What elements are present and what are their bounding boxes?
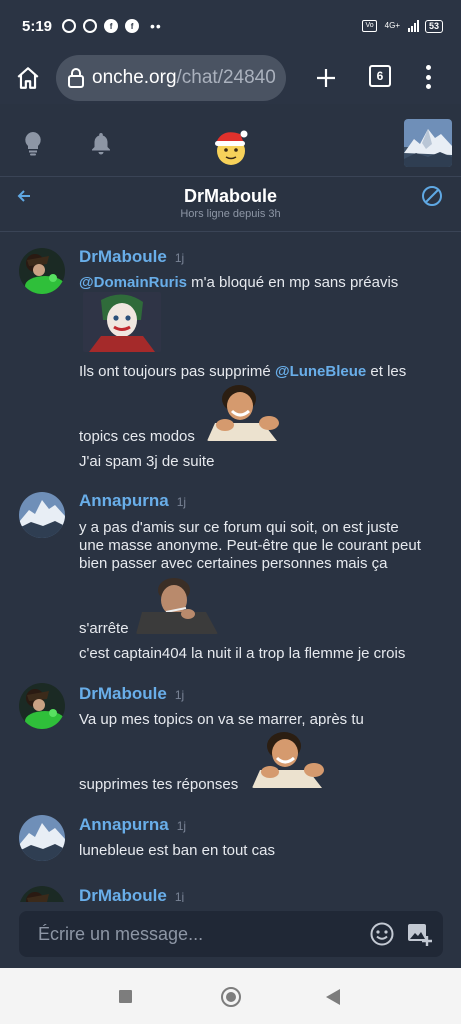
whatsapp-icon xyxy=(83,19,98,33)
message-text: une masse anonyme. Peut-être que le cour… xyxy=(79,537,421,554)
message-text: @DomainRuris m'a bloqué en mp sans préav… xyxy=(79,274,399,291)
message-time: 1j xyxy=(174,890,185,902)
avatar[interactable] xyxy=(19,248,65,294)
new-tab-button[interactable] xyxy=(308,58,344,98)
clock: 5:19 xyxy=(22,17,53,35)
url-path: /chat/24840 xyxy=(176,67,276,88)
message-text: J'ai spam 3j de suite xyxy=(79,453,215,470)
bell-icon[interactable] xyxy=(90,131,112,160)
composer-box xyxy=(19,911,443,957)
emoji-button[interactable] xyxy=(369,921,395,952)
user-mention[interactable]: @LuneBleue xyxy=(275,363,366,380)
alarm-icon xyxy=(62,19,77,33)
message-list[interactable]: DrMaboule 1j @DomainRuris m'a bloqué en m… xyxy=(0,232,461,902)
plus-icon xyxy=(317,69,335,87)
avatar[interactable] xyxy=(19,886,65,902)
more-notifications-icon: •• xyxy=(150,18,162,34)
url-host: onche.org xyxy=(92,67,177,88)
user-mention[interactable]: @DomainRuris xyxy=(79,274,187,291)
message-time: 1j xyxy=(176,819,187,833)
message-author[interactable]: Annapurna 1j xyxy=(79,815,186,835)
home-icon xyxy=(17,67,39,89)
lightbulb-icon[interactable] xyxy=(22,130,44,161)
message-text: s'arrête xyxy=(79,620,129,637)
volte-icon: Vo xyxy=(362,20,377,32)
network-type: 4G+ xyxy=(384,21,400,30)
message-author[interactable]: DrMaboule 1j xyxy=(79,247,184,267)
tab-switcher-button[interactable]: 6 xyxy=(369,65,391,87)
message-input[interactable] xyxy=(38,911,358,957)
more-vert-icon[interactable] xyxy=(416,62,440,92)
home-button[interactable] xyxy=(8,58,48,98)
block-button[interactable] xyxy=(421,185,443,212)
message-time: 1j xyxy=(174,688,185,702)
chat-title: DrMaboule xyxy=(183,186,277,206)
facebook-icon: f xyxy=(104,19,119,33)
message-text: bien passer avec certaines personnes mai… xyxy=(79,555,388,572)
message-text: topics ces modos xyxy=(79,428,195,445)
signal-icon xyxy=(407,20,419,32)
avatar[interactable] xyxy=(19,815,65,861)
app-navbar xyxy=(0,104,461,176)
lock-icon xyxy=(68,68,84,88)
add-image-icon xyxy=(408,924,432,946)
add-image-button[interactable] xyxy=(406,921,432,952)
sticker-image xyxy=(83,292,161,352)
message-author[interactable]: Annapurna 1j xyxy=(79,491,186,511)
back-system-button[interactable] xyxy=(326,989,340,1005)
url-text: onche.org/chat/24840 xyxy=(92,67,276,89)
user-avatar[interactable] xyxy=(404,119,452,167)
block-icon xyxy=(422,186,442,206)
chat-status: Hors ligne depuis 3h xyxy=(180,208,281,220)
message-author[interactable]: DrMaboule 1j xyxy=(79,684,184,704)
home-system-button[interactable] xyxy=(221,987,241,1007)
message-text: c'est captain404 la nuit il a trop la fl… xyxy=(79,645,406,662)
avatar[interactable] xyxy=(19,683,65,729)
system-navigation-bar xyxy=(0,968,461,1024)
message-author[interactable]: DrMaboule 1j xyxy=(79,886,184,902)
battery-icon: 53 xyxy=(424,19,443,33)
chat-header: DrMaboule Hors ligne depuis 3h xyxy=(0,176,461,232)
message-composer xyxy=(0,902,461,968)
message-time: 1j xyxy=(174,251,185,265)
recent-apps-button[interactable] xyxy=(119,990,132,1003)
status-bar: 5:19 f f •• Vo 4G+ 53 xyxy=(0,0,461,52)
message-text: lunebleue est ban en tout cas xyxy=(79,842,275,859)
emoji-icon xyxy=(370,922,394,946)
url-bar[interactable]: onche.org/chat/24840 xyxy=(56,55,286,101)
facebook-icon: f xyxy=(125,19,140,33)
message-text: supprimes tes réponses xyxy=(79,776,239,793)
message-time: 1j xyxy=(176,495,187,509)
avatar[interactable] xyxy=(19,492,65,538)
message-text: y a pas d'amis sur ce forum qui soit, on… xyxy=(79,519,399,536)
browser-toolbar: onche.org/chat/24840 6 xyxy=(0,52,461,104)
site-logo[interactable] xyxy=(210,126,252,168)
